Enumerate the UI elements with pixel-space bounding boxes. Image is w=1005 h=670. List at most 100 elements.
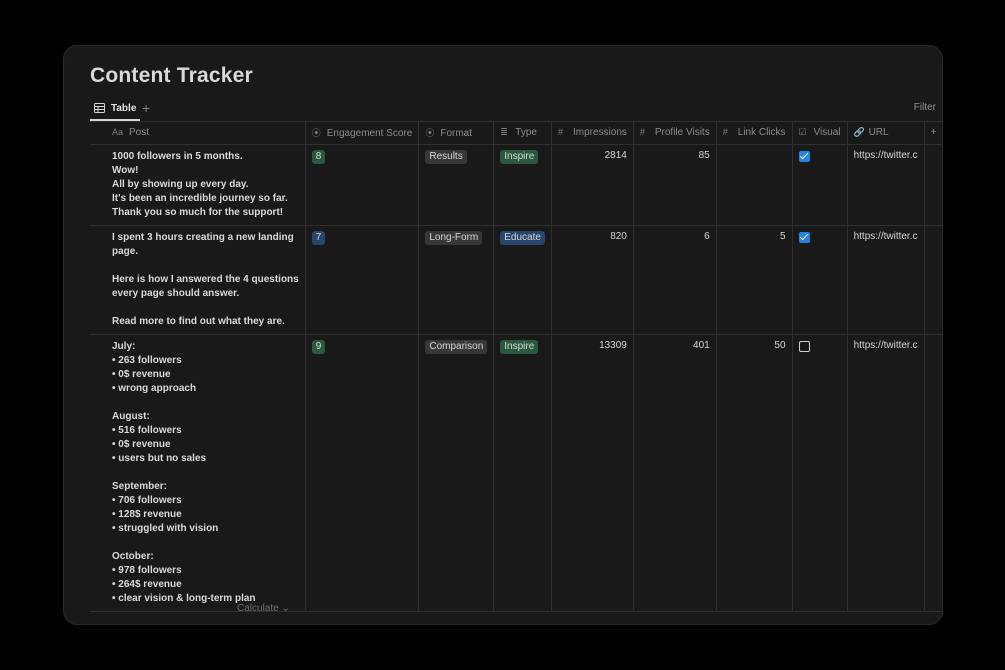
select-property-icon: ⦿ [311, 128, 321, 139]
post-text-line: 1000 followers in 5 months. [112, 150, 243, 162]
profile-visits-cell[interactable]: 401 [633, 334, 717, 612]
url-cell[interactable]: https://twitter.c [847, 334, 925, 612]
post-text-line [112, 259, 299, 273]
link-clicks-cell[interactable]: 5 [716, 225, 793, 335]
format-tag: Long-Form [425, 230, 483, 245]
column-header-post[interactable]: Aa Post [90, 122, 306, 145]
link-icon: 🔗 [853, 127, 865, 138]
view-bar: Table + Filter [90, 97, 942, 121]
table-row[interactable]: 1000 followers in 5 months. Wow! All by sh… [90, 144, 942, 226]
table-row[interactable]: July: • 263 followers • 0$ revenue • wrong … [90, 334, 942, 612]
score-tag: 8 [311, 149, 326, 164]
post-text-line: • 264$ revenue [112, 578, 182, 590]
visual-checkbox[interactable] [798, 150, 810, 162]
visual-checkbox[interactable] [798, 231, 810, 243]
post-text-line: August: [112, 410, 150, 422]
select-property-icon: ⦿ [425, 128, 435, 139]
type-tag: Inspire [500, 339, 539, 354]
text-property-icon: Aa [112, 127, 124, 138]
impressions-cell[interactable]: 2814 [551, 144, 634, 226]
format-cell[interactable]: Long-Form [418, 225, 495, 335]
post-text-line: October: [112, 550, 154, 562]
profile-visits-cell[interactable]: 85 [633, 144, 717, 226]
visual-checkbox[interactable] [798, 340, 810, 352]
impressions-cell[interactable]: 820 [551, 225, 634, 335]
post-text-line: every page should answer. [112, 287, 240, 299]
post-text-line: Here is how I answered the 4 questions [112, 273, 299, 285]
post-text-line: September: [112, 480, 168, 492]
type-cell[interactable]: Inspire [493, 334, 552, 612]
visual-cell[interactable] [792, 225, 848, 335]
post-text-line: • 706 followers [112, 494, 182, 506]
post-text-line [112, 301, 299, 315]
link-clicks-cell[interactable] [716, 144, 793, 226]
format-tag: Comparison [425, 339, 488, 354]
link-clicks-cell[interactable]: 50 [716, 334, 793, 612]
post-text-line [112, 466, 299, 480]
post-text-line: • users but no sales [112, 452, 207, 464]
url-cell[interactable]: https://twitter.c [847, 144, 925, 226]
checkbox-property-icon: ☑ [798, 127, 807, 138]
post-text-line: All by showing up every day. [112, 178, 249, 190]
score-tag: 7 [311, 230, 326, 245]
column-header-link-clicks[interactable]: # Link Clicks [716, 122, 793, 145]
add-property-button[interactable]: + [924, 122, 942, 145]
column-header-visual[interactable]: ☑ Visual [792, 122, 848, 145]
format-cell[interactable]: Comparison [418, 334, 495, 612]
post-text-line: Thank you so much for the support! [112, 206, 284, 218]
tab-table-label: Table [111, 102, 137, 114]
post-text-line: • 263 followers [112, 354, 182, 366]
post-text-line: • 0$ revenue [112, 368, 171, 380]
visual-cell[interactable] [792, 334, 848, 612]
engagement-score-cell[interactable]: 8 [305, 144, 420, 226]
post-text-line: • 128$ revenue [112, 508, 182, 520]
table-icon [94, 103, 105, 113]
notion-window: Content Tracker Table + Filter Aa Post ⦿ E… [63, 45, 943, 625]
post-text-line: Wow! [112, 164, 139, 176]
column-header-impressions[interactable]: # Impressions [551, 122, 634, 145]
filter-button[interactable]: Filter [914, 102, 936, 113]
post-text-line: page. [112, 245, 139, 257]
format-cell[interactable]: Results [418, 144, 495, 226]
tab-table-view[interactable]: Table [90, 97, 141, 121]
type-cell[interactable]: Inspire [493, 144, 552, 226]
impressions-cell[interactable]: 13309 [551, 334, 634, 612]
post-text-line: July: [112, 340, 136, 352]
multi-select-property-icon: ≣ [500, 127, 508, 138]
post-text-line: • struggled with vision [112, 522, 219, 534]
post-text-line: • 978 followers [112, 564, 182, 576]
score-tag: 9 [311, 339, 326, 354]
post-cell[interactable]: July: • 263 followers • 0$ revenue • wrong … [90, 334, 306, 612]
post-text-line [112, 396, 299, 410]
engagement-score-cell[interactable]: 9 [305, 334, 420, 612]
calculate-button[interactable]: Calculate ⌄ [237, 603, 290, 614]
number-property-icon: # [557, 127, 563, 138]
post-cell[interactable]: 1000 followers in 5 months. Wow! All by sh… [90, 144, 306, 226]
post-cell[interactable]: I spent 3 hours creating a new landing pa… [90, 225, 306, 335]
column-header-type[interactable]: ≣ Type [493, 122, 552, 145]
page-title: Content Tracker [90, 64, 253, 87]
type-tag: Educate [500, 230, 545, 245]
post-text-line: • 516 followers [112, 424, 182, 436]
empty-cell [924, 144, 942, 226]
column-header-url[interactable]: 🔗 URL [847, 122, 925, 145]
profile-visits-cell[interactable]: 6 [633, 225, 717, 335]
column-header-engagement-score[interactable]: ⦿ Engagement Score [305, 122, 420, 145]
number-property-icon: # [639, 127, 645, 138]
column-header-format[interactable]: ⦿ Format [418, 122, 495, 145]
type-tag: Inspire [500, 149, 539, 164]
visual-cell[interactable] [792, 144, 848, 226]
add-view-button[interactable]: + [142, 100, 150, 116]
type-cell[interactable]: Educate [493, 225, 552, 335]
post-text-line: I spent 3 hours creating a new landing [112, 231, 294, 243]
table-header-row: Aa Post ⦿ Engagement Score ⦿ Format ≣ Type #… [90, 122, 942, 145]
format-tag: Results [425, 149, 467, 164]
post-text-line: It's been an incredible journey so far. [112, 192, 288, 204]
engagement-score-cell[interactable]: 7 [305, 225, 420, 335]
column-header-profile-visits[interactable]: # Profile Visits [633, 122, 717, 145]
table-row[interactable]: I spent 3 hours creating a new landing pa… [90, 225, 942, 335]
post-text-line [112, 536, 299, 550]
url-cell[interactable]: https://twitter.c [847, 225, 925, 335]
empty-cell [924, 334, 942, 612]
post-text-line: • 0$ revenue [112, 438, 171, 450]
